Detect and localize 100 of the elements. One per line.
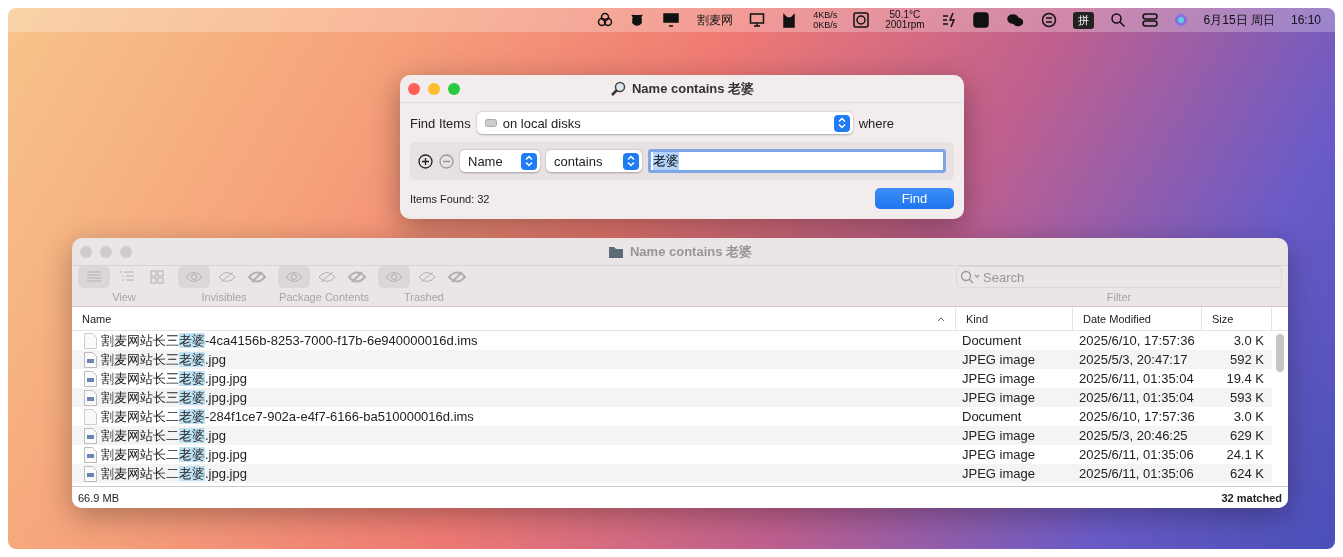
toolbar-button[interactable]	[78, 266, 110, 288]
image-file-icon	[84, 351, 97, 368]
menu-bar-date[interactable]: 6月15日 周日	[1203, 11, 1275, 29]
toolbar-group-label: Invisibles	[201, 291, 247, 303]
match-count: 32 matched	[1221, 491, 1282, 504]
document-icon	[84, 408, 97, 425]
upload-speed: 4KB/s	[813, 10, 838, 20]
outline-view-icon	[119, 271, 135, 283]
monitor-icon[interactable]	[661, 12, 682, 28]
orb-icon[interactable]	[1173, 13, 1188, 27]
toolbar-button[interactable]	[378, 266, 410, 288]
stepper-icon	[525, 155, 533, 167]
file-size: 592 K	[1229, 351, 1265, 369]
file-kind: JPEG image	[961, 389, 1036, 407]
search-field[interactable]: Search	[956, 266, 1282, 288]
file-kind: JPEG image	[961, 427, 1036, 445]
column-header[interactable]: Name	[72, 307, 956, 330]
total-size: 66.9 MB	[78, 491, 119, 504]
toolbar-group-label: View	[112, 291, 136, 303]
file-row[interactable]: 割麦网站长三老婆.jpg.jpg JPEG image 2025/6/11, 01:35:04 593 K	[72, 388, 1272, 407]
remove-icon[interactable]	[439, 153, 454, 169]
column-header[interactable]: Kind	[956, 307, 1073, 330]
image-file-icon	[84, 446, 97, 463]
search-value-field[interactable]: 老婆	[648, 149, 946, 173]
eye-slash-icon	[418, 271, 436, 283]
menu-bar-clock[interactable]: 16:10	[1290, 13, 1321, 27]
folder-icon	[607, 244, 624, 259]
date-modified: 2025/5/3, 20:47:17	[1078, 351, 1189, 369]
file-name: 割麦网站长二老婆.jpg.jpg	[101, 445, 247, 464]
file-kind: Document	[961, 332, 1023, 350]
date-modified: 2025/6/10, 17:57:36	[1078, 332, 1196, 350]
file-size: 3.0 K	[1232, 408, 1265, 426]
toolbar-group-label: Trashed	[404, 291, 444, 303]
search-icon	[960, 270, 980, 284]
file-kind: JPEG image	[961, 465, 1036, 483]
search-icon[interactable]	[1109, 12, 1126, 28]
stepper-icon	[627, 155, 635, 167]
where-label: where	[858, 115, 895, 131]
filter-label: Filter	[1106, 291, 1132, 303]
minimize-button[interactable]	[428, 82, 440, 95]
minimize-button[interactable]	[100, 245, 112, 258]
file-name: 割麦网站长三老婆-4ca4156b-8253-7000-f17b-6e940000016d.ims	[101, 331, 478, 350]
date-modified: 2025/6/11, 01:35:04	[1078, 389, 1195, 407]
input-method-indicator[interactable]: 拼	[1072, 11, 1094, 29]
items-found-count: Items Found: 32	[410, 192, 490, 205]
file-row[interactable]: 割麦网站长三老婆.jpg JPEG image 2025/5/3, 20:47:17 592 K	[72, 350, 1272, 369]
monitor-icon[interactable]	[749, 12, 766, 28]
attribute-popup[interactable]: Name	[460, 150, 540, 172]
file-name: 割麦网站长二老婆.jpg.jpg	[101, 464, 247, 483]
zoom-button[interactable]	[120, 245, 132, 258]
grid-view-icon	[150, 270, 164, 284]
toggle-icon[interactable]	[1141, 12, 1158, 28]
network-speed[interactable]: 4KB/s 0KB/s	[813, 10, 838, 30]
file-name: 割麦网站长三老婆.jpg.jpg	[101, 388, 247, 407]
toolbar-button[interactable]	[278, 266, 310, 288]
file-row[interactable]: 割麦网站长二老婆.jpg JPEG image 2025/5/3, 20:46:25 629 K	[72, 426, 1272, 445]
column-header[interactable]: Size	[1202, 307, 1272, 330]
close-button[interactable]	[80, 245, 92, 258]
add-icon[interactable]	[418, 153, 433, 169]
file-size: 629 K	[1229, 427, 1265, 445]
date-modified: 2025/6/11, 01:35:06	[1078, 446, 1195, 464]
file-name: 割麦网站长三老婆.jpg	[101, 350, 226, 369]
eye-icon	[285, 271, 303, 283]
stepper-icon	[837, 117, 846, 129]
zoom-button[interactable]	[448, 82, 460, 95]
cat-icon[interactable]	[781, 12, 798, 28]
image-file-icon	[84, 389, 97, 406]
document-icon	[84, 332, 97, 349]
date-modified: 2025/6/11, 01:35:04	[1078, 370, 1195, 388]
magnifier-icon	[609, 80, 626, 97]
find-button[interactable]: Find	[875, 188, 954, 209]
date-modified: 2025/6/10, 17:57:36	[1078, 408, 1196, 426]
file-kind: Document	[961, 408, 1023, 426]
window-title: Name contains 老婆	[629, 242, 753, 261]
column-header[interactable]: Date Modified	[1073, 307, 1202, 330]
app-label[interactable]: 割麦网	[697, 11, 734, 29]
eye-icon	[185, 271, 203, 283]
window-title: Name contains 老婆	[631, 79, 755, 98]
file-kind: JPEG image	[961, 351, 1036, 369]
lightning-icon[interactable]	[940, 12, 957, 28]
toolbar-button[interactable]	[178, 266, 210, 288]
fan-speed: 2001rpm	[885, 20, 925, 30]
file-size: 624 K	[1229, 465, 1265, 483]
eye-slash-icon	[218, 271, 236, 283]
system-stats[interactable]: 50.1°C 2001rpm	[885, 10, 925, 30]
close-button[interactable]	[408, 82, 420, 95]
file-size: 19.4 K	[1225, 370, 1265, 388]
download-speed: 0KB/s	[813, 20, 838, 30]
date-modified: 2025/6/11, 01:35:06	[1078, 465, 1195, 483]
file-row[interactable]: 割麦网站长二老婆.jpg.jpg JPEG image 2025/6/11, 01:35:06 624 K	[72, 464, 1272, 483]
scrollbar-thumb[interactable]	[1276, 334, 1284, 372]
eye-slash-icon	[248, 271, 266, 283]
location-popup[interactable]: on local disks	[476, 112, 853, 134]
toolbar-group-label: Package Contents	[279, 291, 369, 303]
eye-icon	[385, 271, 403, 283]
image-file-icon	[84, 427, 97, 444]
image-file-icon	[84, 465, 97, 482]
file-name: 割麦网站长三老婆.jpg.jpg	[101, 369, 247, 388]
operator-popup[interactable]: contains	[546, 150, 642, 172]
file-name: 割麦网站长二老婆-284f1ce7-902a-e4f7-6166-ba510000016d.ims	[101, 407, 474, 426]
